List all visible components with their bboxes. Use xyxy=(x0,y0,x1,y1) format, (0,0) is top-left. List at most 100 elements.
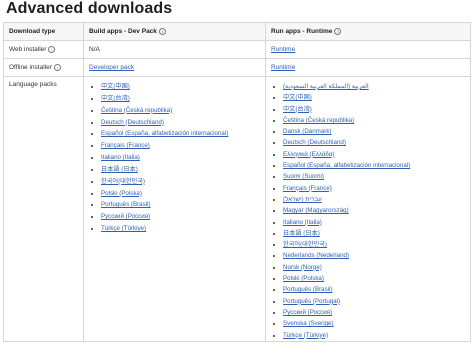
web-installer-runtime-link[interactable]: Runtime xyxy=(271,46,295,53)
language-pack-link[interactable]: 中文(台湾) xyxy=(283,106,312,113)
list-item: العربية (المملكة العربية السعودية) xyxy=(283,81,470,92)
language-pack-link[interactable]: Čeština (Česká republika) xyxy=(101,107,172,114)
offline-installer-dev-cell: Developer pack xyxy=(83,58,266,77)
language-pack-link[interactable]: Polski (Polska) xyxy=(101,190,142,197)
table-row-language-packs: Language packs 中文(中国) 中文(台湾) Čeština (Česk… xyxy=(3,76,471,342)
list-item: Magyar (Magyarország) xyxy=(283,205,470,216)
list-item: Português (Brasil) xyxy=(283,284,470,295)
list-item: Español (España, alfabetización internac… xyxy=(101,128,265,140)
language-pack-link[interactable]: עברית (ישראל) xyxy=(283,196,322,203)
row-label-web-installer: Web installer i xyxy=(3,40,84,59)
list-item: Polski (Polska) xyxy=(101,188,265,200)
table-row-offline-installer: Offline installer i Developer pack Runtim… xyxy=(3,58,471,77)
header-runtime-label: Run apps - Runtime xyxy=(271,28,333,35)
list-item: Português (Brasil) xyxy=(101,199,265,211)
language-pack-link[interactable]: Türkçe (Türkiye) xyxy=(101,225,146,232)
list-item: Français (France) xyxy=(101,140,265,152)
language-pack-link[interactable]: 한국어(대한민국) xyxy=(283,241,327,248)
language-pack-link[interactable]: Português (Brasil) xyxy=(101,201,151,208)
list-item: Русский (Россия) xyxy=(101,211,265,223)
language-pack-link[interactable]: Deutsch (Deutschland) xyxy=(283,139,346,146)
list-item: Čeština (Česká republika) xyxy=(101,105,265,117)
developer-pack-link[interactable]: Developer pack xyxy=(89,64,134,71)
info-circle-icon[interactable]: i xyxy=(334,27,342,35)
header-dev-pack: Build apps - Dev Pack i xyxy=(83,22,266,41)
header-dev-pack-label: Build apps - Dev Pack xyxy=(89,28,157,35)
row-label-text: Language packs xyxy=(9,81,57,88)
list-item: Deutsch (Deutschland) xyxy=(283,137,470,148)
info-circle-icon[interactable]: i xyxy=(48,45,56,53)
list-item: Svenska (Sverige) xyxy=(283,318,470,329)
language-pack-link[interactable]: Polski (Polska) xyxy=(283,275,324,282)
list-item: Türkçe (Türkiye) xyxy=(101,223,265,235)
header-runtime: Run apps - Runtime i xyxy=(265,22,471,41)
language-pack-link[interactable]: 中文(中国) xyxy=(101,83,130,90)
table-header-row: Download type Build apps - Dev Pack i Run… xyxy=(3,22,471,41)
language-pack-link[interactable]: Français (France) xyxy=(283,185,332,192)
language-pack-link[interactable]: Italiano (Italia) xyxy=(283,219,322,226)
page-title: Advanced downloads xyxy=(6,0,173,17)
language-pack-link[interactable]: Español (España, alfabetización internac… xyxy=(101,130,228,137)
language-pack-link[interactable]: Magyar (Magyarország) xyxy=(283,207,349,214)
language-pack-link[interactable]: Ελληνικά (Ελλάδα) xyxy=(283,151,334,158)
list-item: Русский (Россия) xyxy=(283,307,470,318)
list-item: 中文(台湾) xyxy=(101,93,265,105)
info-circle-icon[interactable]: i xyxy=(53,63,61,71)
list-item: 中文(中国) xyxy=(283,92,470,103)
language-pack-link[interactable]: Español (España, alfabetización internac… xyxy=(283,162,410,169)
list-item: 日本語 (日本) xyxy=(101,164,265,176)
runtime-language-packs-cell: العربية (المملكة العربية السعودية) 中文(中国)… xyxy=(265,76,471,342)
dev-language-packs-cell: 中文(中国) 中文(台湾) Čeština (Česká republika) Deu… xyxy=(83,76,266,342)
language-pack-link[interactable]: Русский (Россия) xyxy=(283,309,332,316)
language-pack-link[interactable]: Svenska (Sverige) xyxy=(283,320,334,327)
list-item: Français (France) xyxy=(283,183,470,194)
header-download-type: Download type xyxy=(3,22,84,41)
language-pack-link[interactable]: Deutsch (Deutschland) xyxy=(101,119,164,126)
language-pack-link[interactable]: Türkçe (Türkiye) xyxy=(283,332,328,339)
list-item: Italiano (Italia) xyxy=(101,152,265,164)
language-pack-link[interactable]: 中文(中国) xyxy=(283,94,312,101)
language-pack-link[interactable]: Português (Portugal) xyxy=(283,298,340,305)
list-item: Suomi (Suomi) xyxy=(283,171,470,182)
language-pack-link[interactable]: 日本語 (日本) xyxy=(283,230,320,237)
language-pack-link[interactable]: 中文(台湾) xyxy=(101,95,130,102)
row-label-language-packs: Language packs xyxy=(3,76,84,342)
row-label-offline-installer: Offline installer i xyxy=(3,58,84,77)
row-label-text: Web installer xyxy=(9,46,47,53)
language-pack-link[interactable]: Dansk (Danmark) xyxy=(283,128,331,135)
list-item: 日本語 (日本) xyxy=(283,228,470,239)
list-item: Español (España, alfabetización internac… xyxy=(283,160,470,171)
list-item: Dansk (Danmark) xyxy=(283,126,470,137)
offline-runtime-link[interactable]: Runtime xyxy=(271,64,295,71)
web-installer-runtime-cell: Runtime xyxy=(265,40,471,59)
table-row-web-installer: Web installer i N/A Runtime xyxy=(3,40,471,59)
list-item: Deutsch (Deutschland) xyxy=(101,117,265,129)
list-item: Italiano (Italia) xyxy=(283,217,470,228)
language-pack-link[interactable]: Русский (Россия) xyxy=(101,213,150,220)
language-pack-link[interactable]: Norsk (Norge) xyxy=(283,264,322,271)
list-item: 中文(中国) xyxy=(101,81,265,93)
list-item: Türkçe (Türkiye) xyxy=(283,330,470,341)
info-circle-icon[interactable]: i xyxy=(158,27,166,35)
runtime-language-pack-list: العربية (المملكة العربية السعودية) 中文(中国)… xyxy=(271,81,470,341)
language-pack-link[interactable]: Français (France) xyxy=(101,142,150,149)
language-pack-link[interactable]: العربية (المملكة العربية السعودية) xyxy=(283,83,369,90)
language-pack-link[interactable]: Italiano (Italia) xyxy=(101,154,140,161)
list-item: Português (Portugal) xyxy=(283,296,470,307)
list-item: Polski (Polska) xyxy=(283,273,470,284)
list-item: Čeština (Česká republika) xyxy=(283,115,470,126)
web-installer-dev-cell: N/A xyxy=(83,40,266,59)
language-pack-link[interactable]: 한국어(대한민국) xyxy=(101,178,145,185)
language-pack-link[interactable]: Čeština (Česká republika) xyxy=(283,117,354,124)
dev-language-pack-list: 中文(中国) 中文(台湾) Čeština (Česká republika) Deu… xyxy=(89,81,265,235)
list-item: Ελληνικά (Ελλάδα) xyxy=(283,149,470,160)
list-item: Nederlands (Nederland) xyxy=(283,250,470,261)
list-item: Norsk (Norge) xyxy=(283,262,470,273)
list-item: 한국어(대한민국) xyxy=(283,239,470,250)
language-pack-link[interactable]: Nederlands (Nederland) xyxy=(283,252,349,259)
language-pack-link[interactable]: Português (Brasil) xyxy=(283,286,333,293)
language-pack-link[interactable]: 日本語 (日本) xyxy=(101,166,138,173)
downloads-table: Download type Build apps - Dev Pack i Run… xyxy=(3,22,471,342)
list-item: עברית (ישראל) xyxy=(283,194,470,205)
language-pack-link[interactable]: Suomi (Suomi) xyxy=(283,173,324,180)
